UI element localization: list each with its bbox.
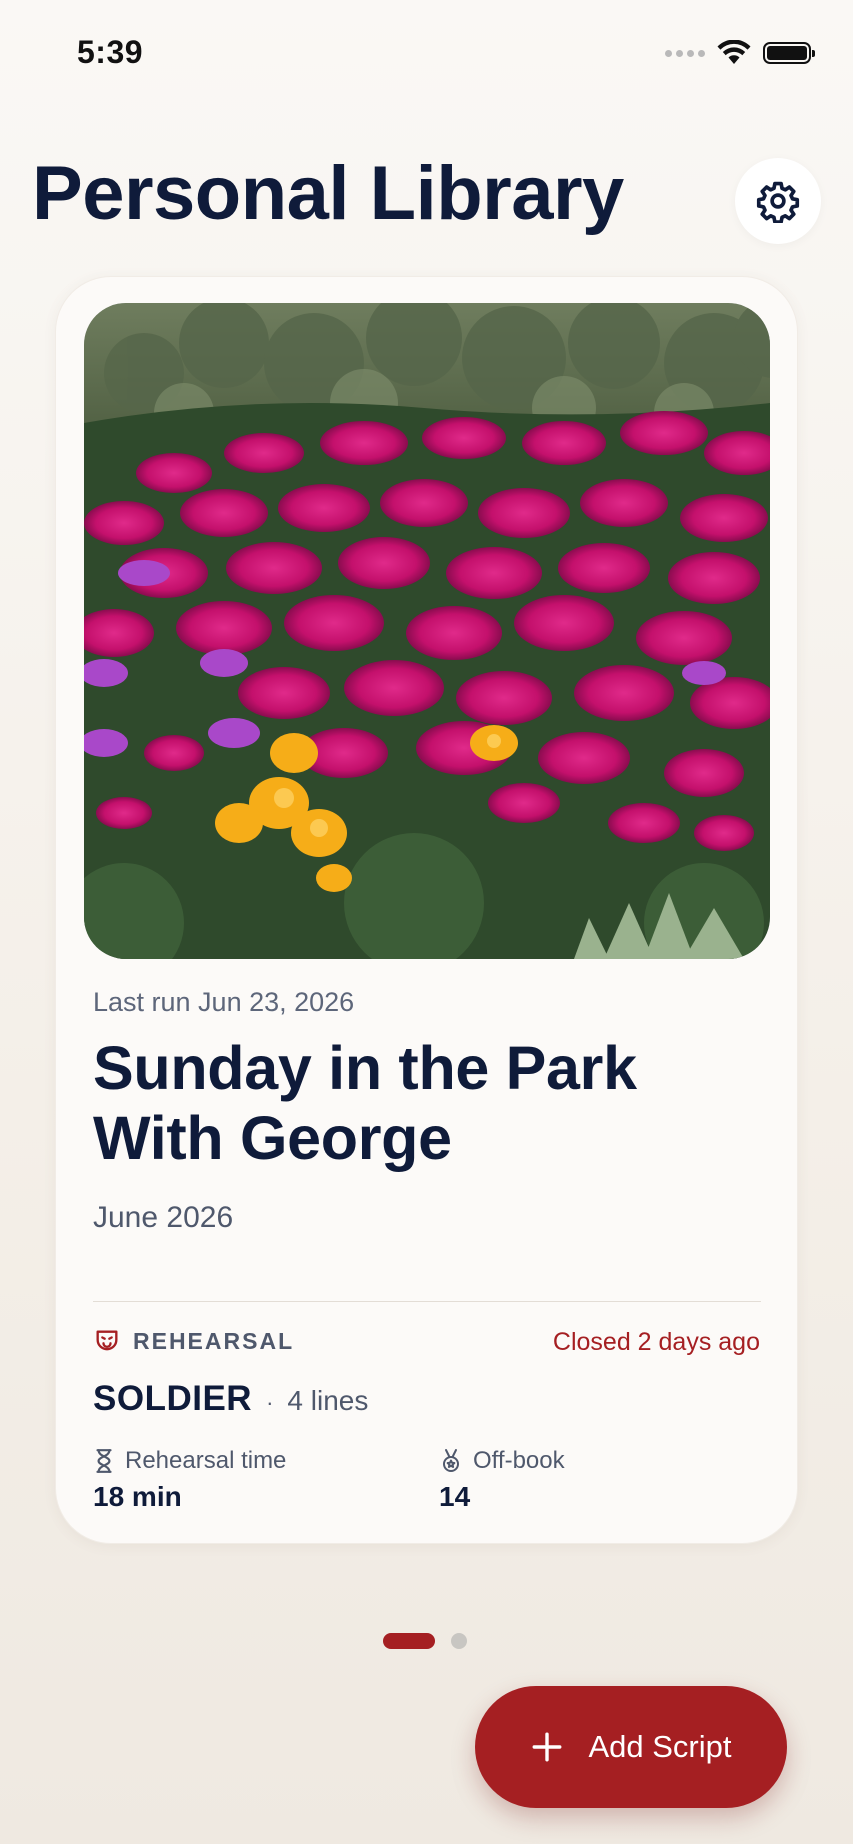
mode-label: REHEARSAL (133, 1327, 295, 1354)
production-date: June 2026 (93, 1201, 234, 1234)
add-script-button[interactable]: Add Script (475, 1686, 787, 1808)
separator-dot: · (266, 1390, 274, 1415)
page-dot-active[interactable] (383, 1633, 435, 1649)
role-row: SOLDIER · 4 lines (93, 1379, 368, 1419)
status-text: Closed 2 days ago (552, 1328, 760, 1356)
status-time: 5:39 (77, 34, 144, 70)
page-indicator (383, 1633, 467, 1649)
gear-icon (756, 181, 800, 223)
hourglass-icon (96, 1449, 112, 1473)
last-run-date: Last run Jun 23, 2026 (93, 987, 355, 1017)
script-title: Sunday in the Park With George (93, 1034, 637, 1172)
battery-icon (763, 42, 815, 64)
cellular-signal-icon (665, 49, 705, 57)
page-title: Personal Library (32, 151, 624, 236)
wifi-icon (717, 40, 751, 64)
page-dot[interactable] (451, 1633, 467, 1649)
theater-masks-icon (96, 1330, 118, 1351)
add-script-label: Add Script (588, 1729, 732, 1764)
status-bar: 5:39 (0, 0, 853, 110)
line-count: 4 lines (287, 1385, 369, 1416)
script-card[interactable]: Last run Jun 23, 2026 Sunday in the Park… (55, 276, 798, 1544)
plus-icon (533, 1732, 562, 1762)
off-book-stat: Off-book 14 (439, 1447, 565, 1513)
stat-label: Off-book (473, 1447, 565, 1474)
medal-icon (443, 1449, 459, 1472)
mode-row: REHEARSAL (93, 1327, 294, 1355)
stat-value: 18 min (93, 1481, 182, 1512)
cover-image (84, 303, 770, 959)
role-name: SOLDIER (93, 1379, 253, 1418)
settings-button[interactable] (735, 158, 821, 244)
divider (93, 1301, 761, 1302)
rehearsal-time-stat: Rehearsal time 18 min (93, 1447, 286, 1513)
stat-label: Rehearsal time (125, 1447, 287, 1474)
stat-value: 14 (439, 1481, 471, 1512)
status-icons (665, 40, 815, 66)
